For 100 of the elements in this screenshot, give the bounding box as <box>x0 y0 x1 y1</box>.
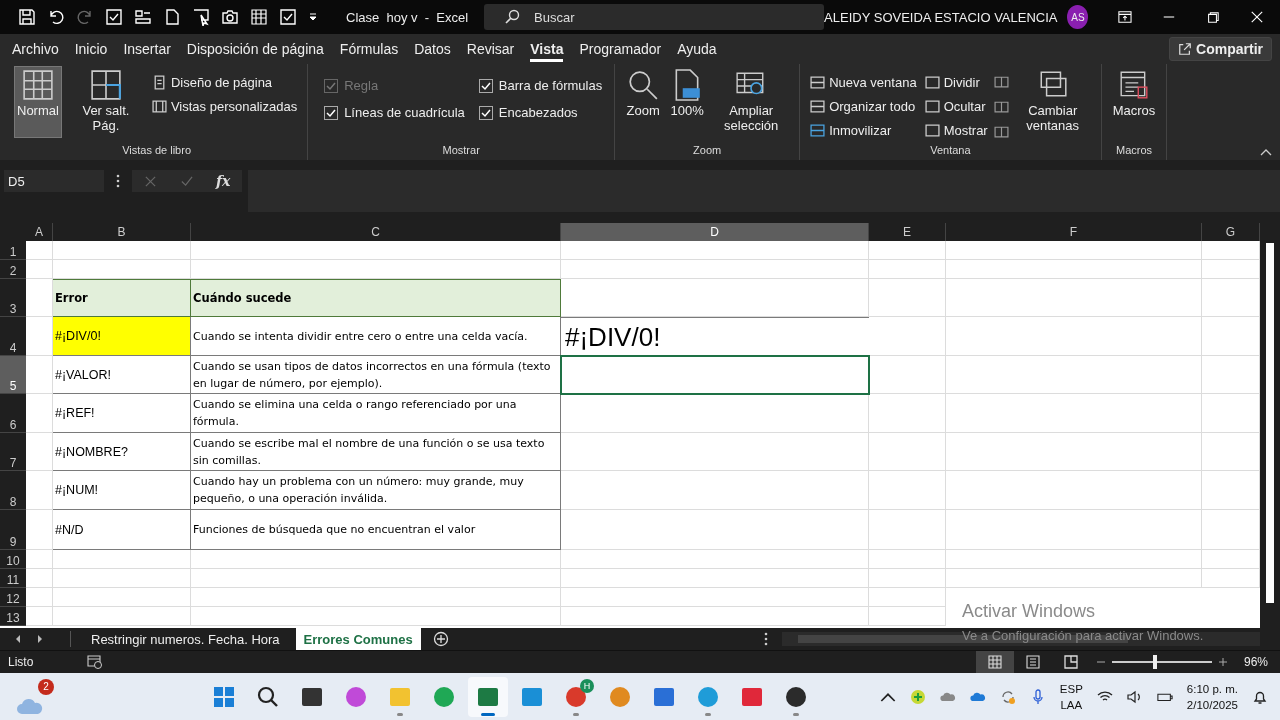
row-header[interactable]: 3 <box>0 279 26 317</box>
normal-view-icon[interactable] <box>975 651 1014 673</box>
sheet-cell[interactable] <box>869 607 946 626</box>
zoom-100-button[interactable]: 100% <box>667 66 708 138</box>
search-field[interactable]: Buscar <box>484 4 825 30</box>
column-header[interactable]: G <box>1202 223 1260 241</box>
weather-widget[interactable]: 2 <box>14 678 54 715</box>
ribbon-tab[interactable]: Archivo <box>12 36 59 62</box>
previous-sheet-icon[interactable] <box>14 634 22 644</box>
zoom-in-icon[interactable] <box>1217 657 1228 667</box>
column-header[interactable]: C <box>191 223 561 241</box>
window-button[interactable]: Dividir <box>922 72 990 93</box>
sheet-cell[interactable] <box>561 433 869 471</box>
sheet-cell[interactable] <box>26 241 53 260</box>
sheet-cell[interactable] <box>561 394 869 433</box>
next-sheet-icon[interactable] <box>36 634 44 644</box>
sheet-cell[interactable] <box>869 471 946 510</box>
row-header[interactable]: 2 <box>0 260 26 279</box>
column-header[interactable]: E <box>869 223 946 241</box>
confirm-icon[interactable] <box>179 174 193 188</box>
sheet-cell[interactable] <box>946 317 1202 356</box>
sheet-cell[interactable] <box>869 394 946 433</box>
sheet-cell[interactable] <box>26 588 53 607</box>
checkbox-option[interactable]: Líneas de cuadrícula <box>324 105 465 120</box>
sheet-cell[interactable] <box>869 550 946 569</box>
sheet-cell[interactable] <box>191 607 561 626</box>
window-button[interactable]: Ocultar <box>922 96 990 117</box>
sheet-cell[interactable] <box>561 550 869 569</box>
sheet-cell[interactable] <box>53 588 191 607</box>
custom-views-button[interactable]: Vistas personalizadas <box>149 96 300 117</box>
more-icon[interactable] <box>116 174 120 188</box>
form-icon[interactable] <box>134 8 152 26</box>
more-icon[interactable] <box>764 632 768 646</box>
checkbox-option[interactable]: Encabezados <box>478 105 603 120</box>
sheet-cell[interactable] <box>26 260 53 279</box>
sheet-cell[interactable] <box>26 607 53 626</box>
sheet-cell[interactable] <box>26 569 53 588</box>
sheet-cell[interactable] <box>53 241 191 260</box>
sheet-cell[interactable] <box>561 279 869 317</box>
sheet-cell[interactable] <box>869 241 946 260</box>
side-by-side-icon[interactable] <box>993 74 1009 89</box>
sheet-tab[interactable]: Errores Comunes <box>295 628 421 650</box>
zoom-slider[interactable] <box>1152 655 1157 669</box>
column-header[interactable]: B <box>53 223 191 241</box>
window-button[interactable]: Nueva ventana <box>808 72 919 93</box>
ribbon-display-icon[interactable] <box>1118 10 1133 24</box>
sheet-cell[interactable] <box>869 433 946 471</box>
ribbon-tab[interactable]: Inicio <box>74 36 108 62</box>
sheet-cell[interactable] <box>869 317 946 356</box>
ribbon-tab[interactable]: Revisar <box>466 36 515 62</box>
accessibility-icon[interactable] <box>87 655 104 669</box>
ribbon-tab[interactable]: Programador <box>579 36 662 62</box>
row-header[interactable]: 9 <box>0 510 26 550</box>
row-header[interactable]: 8 <box>0 471 26 510</box>
restore-icon[interactable] <box>1206 10 1221 24</box>
sheet-cell[interactable] <box>946 550 1202 569</box>
language-text[interactable]: LAA <box>1060 696 1083 713</box>
side-by-side-icon[interactable] <box>993 99 1009 114</box>
sheet-tab[interactable]: Restringir numeros. Fecha. Hora <box>83 628 288 650</box>
row-header[interactable]: 6 <box>0 394 26 433</box>
switch-windows-button[interactable]: Cambiar ventanas <box>1012 66 1093 138</box>
cancel-icon[interactable] <box>143 174 157 188</box>
taskbar-app[interactable]: H <box>556 676 596 717</box>
column-header[interactable]: A <box>26 223 53 241</box>
camera-icon[interactable] <box>221 8 239 26</box>
sheet-cell[interactable] <box>946 433 1202 471</box>
checkbox-option[interactable]: Barra de fórmulas <box>478 78 603 93</box>
page-layout-button[interactable]: Diseño de página <box>149 72 300 93</box>
sheet-cell[interactable] <box>869 260 946 279</box>
sheet-cell[interactable] <box>561 588 869 607</box>
row-header[interactable]: 1 <box>0 241 26 260</box>
cell-selection[interactable] <box>560 355 870 395</box>
sheet-cell[interactable] <box>946 260 1202 279</box>
sheet-cell[interactable] <box>946 241 1202 260</box>
sheet-cell[interactable] <box>946 394 1202 433</box>
checkbox-icon[interactable] <box>279 8 297 26</box>
sheet-cell[interactable] <box>26 550 53 569</box>
sheet-cell[interactable] <box>53 569 191 588</box>
column-header[interactable]: F <box>946 223 1202 241</box>
ribbon-tab[interactable]: Insertar <box>123 36 171 62</box>
sheet-cell[interactable] <box>561 241 869 260</box>
table-icon[interactable] <box>250 8 268 26</box>
plus-circle-icon[interactable] <box>909 688 926 705</box>
zoom-button[interactable]: Zoom <box>623 66 664 138</box>
ribbon-tab[interactable]: Ayuda <box>677 36 717 62</box>
cursor-icon[interactable] <box>192 8 210 26</box>
sheet-cell[interactable] <box>869 356 946 394</box>
row-header[interactable]: 13 <box>0 607 26 626</box>
view-button[interactable]: Normal <box>14 66 62 138</box>
sheet-cell[interactable] <box>561 607 869 626</box>
sheet-cell[interactable] <box>946 471 1202 510</box>
row-header[interactable]: 10 <box>0 550 26 569</box>
language-text[interactable]: ESP <box>1059 680 1083 697</box>
share-button[interactable]: Compartir <box>1169 37 1272 61</box>
ribbon-tab[interactable]: Disposición de página <box>186 36 324 62</box>
sync-icon[interactable] <box>999 688 1016 705</box>
insert-function-button[interactable]: fx <box>216 173 231 189</box>
speaker-icon[interactable] <box>1126 688 1143 705</box>
window-button[interactable]: Inmovilizar <box>808 120 919 141</box>
ribbon-tab[interactable]: Fórmulas <box>339 36 399 62</box>
